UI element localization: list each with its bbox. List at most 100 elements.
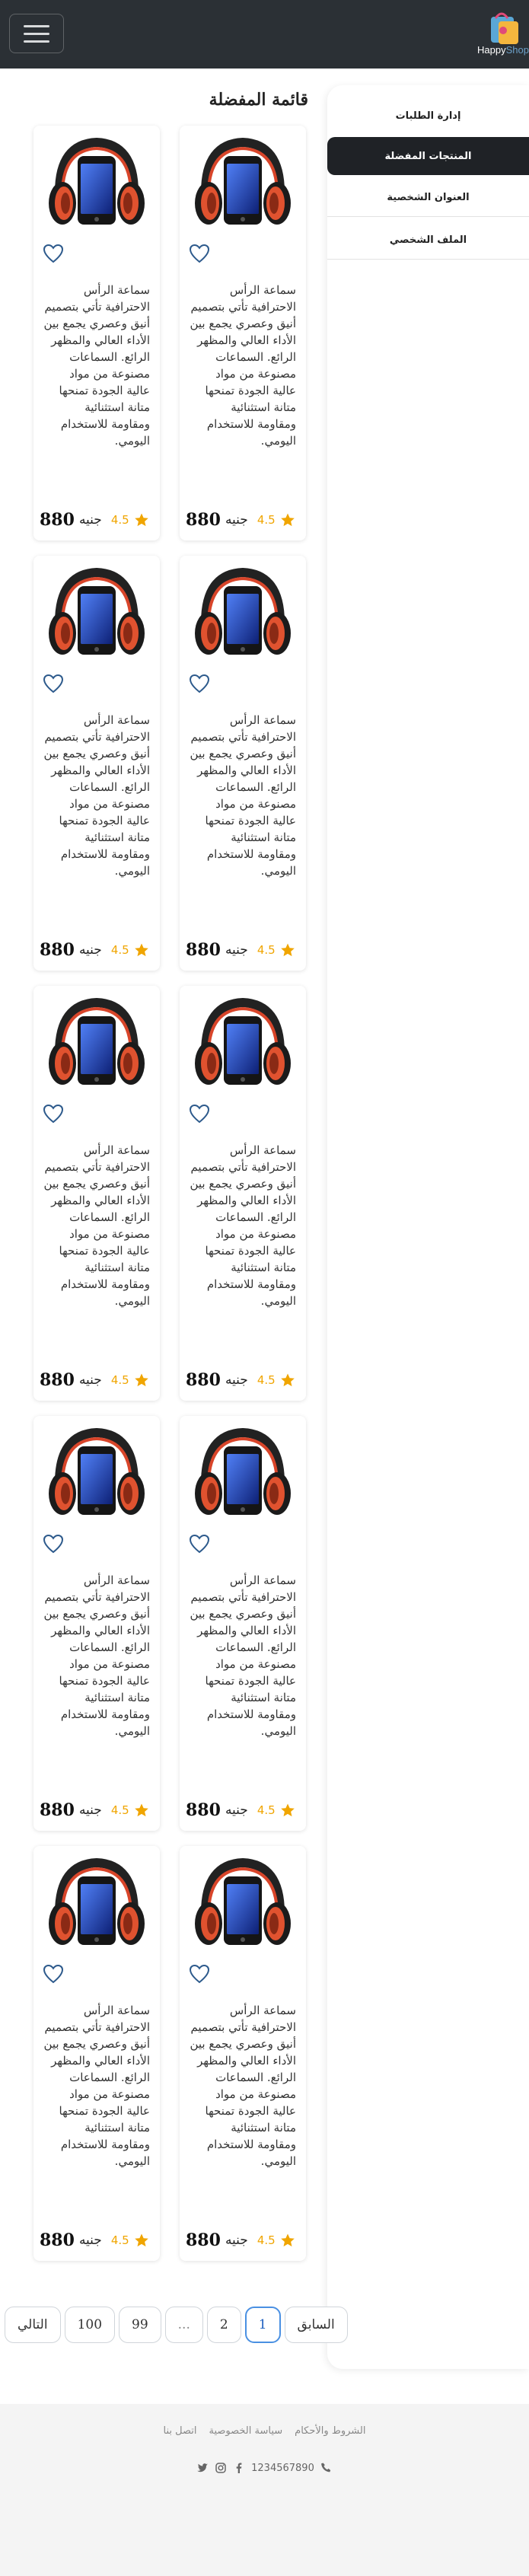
product-price-row: 880 جنيه 4.5 [40,509,154,531]
product-price: 880 [40,2230,75,2250]
menu-bar [24,40,49,43]
product-image[interactable] [192,133,294,235]
product-currency: جنيه [225,1803,248,1818]
pagination-prev-button[interactable]: السابق [284,2307,348,2343]
product-image[interactable] [192,1423,294,1526]
menu-bar [24,32,49,35]
footer-link-terms[interactable]: الشروط والأحكام [295,2425,365,2437]
sidebar-item-addresses[interactable]: العنوان الشخصية [327,178,529,216]
product-card[interactable]: سماعة الرأس الاحترافية تأتي بتصميم أنيق … [180,986,306,1401]
pagination-page[interactable]: 99 [119,2307,161,2343]
product-image[interactable] [46,993,148,1095]
pagination-ellipsis: ... [164,2307,203,2343]
product-description: سماعة الرأس الاحترافية تأتي بتصميم أنيق … [190,1573,296,1738]
star-icon [280,943,295,957]
product-price-row: 880 جنيه 4.5 [186,2229,300,2252]
product-image[interactable] [192,993,294,1095]
product-card[interactable]: سماعة الرأس الاحترافية تأتي بتصميم أنيق … [33,556,160,971]
hamburger-menu-button[interactable] [9,14,64,53]
product-price-row: 880 جنيه 4.5 [40,939,154,961]
product-image[interactable] [46,563,148,665]
product-card[interactable]: سماعة الرأس الاحترافية تأتي بتصميم أنيق … [180,126,306,540]
product-currency: جنيه [78,1803,102,1818]
sidebar-item-profile[interactable]: الملف الشخصي [327,221,529,259]
footer-link-privacy[interactable]: سياسة الخصوصية [209,2425,283,2437]
product-description: سماعة الرأس الاحترافية تأتي بتصميم أنيق … [190,283,296,448]
favorite-heart-icon[interactable] [43,674,64,693]
pagination-page[interactable]: 2 [206,2307,241,2343]
favorite-heart-icon[interactable] [189,1964,210,1984]
product-card[interactable]: سماعة الرأس الاحترافية تأتي بتصميم أنيق … [180,1416,306,1831]
product-description: سماعة الرأس الاحترافية تأتي بتصميم أنيق … [43,713,150,878]
product-card[interactable]: سماعة الرأس الاحترافية تأتي بتصميم أنيق … [180,556,306,971]
product-card[interactable]: سماعة الرأس الاحترافية تأتي بتصميم أنيق … [33,986,160,1401]
page-title: قائمة المفضلة [209,90,308,110]
product-price: 880 [186,940,221,960]
product-description: سماعة الرأس الاحترافية تأتي بتصميم أنيق … [43,1143,150,1308]
product-image[interactable] [192,563,294,665]
product-rating: 4.5 [110,943,129,957]
favorite-heart-icon[interactable] [43,1534,64,1554]
product-currency: جنيه [225,512,248,528]
product-price: 880 [40,1800,75,1820]
product-image[interactable] [46,1423,148,1526]
product-rating: 4.5 [110,1803,129,1817]
product-price-row: 880 جنيه 4.5 [186,509,300,531]
product-price-row: 880 جنيه 4.5 [186,1369,300,1392]
product-card[interactable]: سماعة الرأس الاحترافية تأتي بتصميم أنيق … [33,126,160,540]
sidebar-item-orders[interactable]: إدارة الطلبات [327,97,529,135]
product-rating: 4.5 [110,513,129,527]
sidebar-divider [327,216,529,217]
product-description: سماعة الرأس الاحترافية تأتي بتصميم أنيق … [43,2004,150,2168]
product-price-row: 880 جنيه 4.5 [40,1799,154,1822]
product-rating: 4.5 [257,1803,276,1817]
pagination-next-button[interactable]: التالي [5,2307,61,2343]
favorite-heart-icon[interactable] [43,1964,64,1984]
product-price-row: 880 جنيه 4.5 [186,1799,300,1822]
favorite-heart-icon[interactable] [43,244,64,263]
product-currency: جنيه [225,2233,248,2248]
product-rating: 4.5 [110,1373,129,1387]
sidebar-item-favorites[interactable]: المنتجات المفضلة [327,137,529,175]
instagram-icon[interactable] [215,2462,227,2474]
star-icon [134,1373,148,1387]
product-rating: 4.5 [257,1373,276,1387]
product-currency: جنيه [78,942,102,958]
product-rating: 4.5 [257,2233,276,2247]
product-currency: جنيه [225,1372,248,1388]
product-price-row: 880 جنيه 4.5 [186,939,300,961]
favorite-heart-icon[interactable] [189,1104,210,1124]
product-price: 880 [186,510,221,530]
favorite-heart-icon[interactable] [189,1534,210,1554]
pagination: التالي 100 99 ... 2 1 السابق [5,2307,348,2343]
account-sidebar: إدارة الطلبات المنتجات المفضلة العنوان ا… [327,85,529,2369]
product-currency: جنيه [225,942,248,958]
product-image[interactable] [46,1854,148,1956]
product-description: سماعة الرأس الاحترافية تأتي بتصميم أنيق … [190,713,296,878]
star-icon [280,2233,295,2247]
facebook-icon[interactable] [233,2462,245,2474]
product-price: 880 [40,510,75,530]
product-rating: 4.5 [110,2233,129,2247]
product-price: 880 [40,1370,75,1390]
product-currency: جنيه [78,2233,102,2248]
favorite-heart-icon[interactable] [43,1104,64,1124]
product-image[interactable] [192,1854,294,1956]
product-card[interactable]: سماعة الرأس الاحترافية تأتي بتصميم أنيق … [33,1846,160,2261]
product-card[interactable]: سماعة الرأس الاحترافية تأتي بتصميم أنيق … [33,1416,160,1831]
product-currency: جنيه [78,512,102,528]
product-card[interactable]: سماعة الرأس الاحترافية تأتي بتصميم أنيق … [180,1846,306,2261]
logo-wordmark: HappyShop [477,44,529,56]
star-icon [134,513,148,527]
pagination-page-active[interactable]: 1 [244,2307,281,2343]
favorite-heart-icon[interactable] [189,244,210,263]
product-image[interactable] [46,133,148,235]
product-description: سماعة الرأس الاحترافية تأتي بتصميم أنيق … [190,1143,296,1308]
footer-link-contact[interactable]: اتصل بنا [164,2425,197,2437]
favorite-heart-icon[interactable] [189,674,210,693]
pagination-page[interactable]: 100 [64,2307,116,2343]
star-icon [280,1803,295,1817]
footer: اتصل بنا سياسة الخصوصية الشروط والأحكام … [0,2404,529,2576]
product-price: 880 [186,1370,221,1390]
twitter-icon[interactable] [196,2462,209,2474]
